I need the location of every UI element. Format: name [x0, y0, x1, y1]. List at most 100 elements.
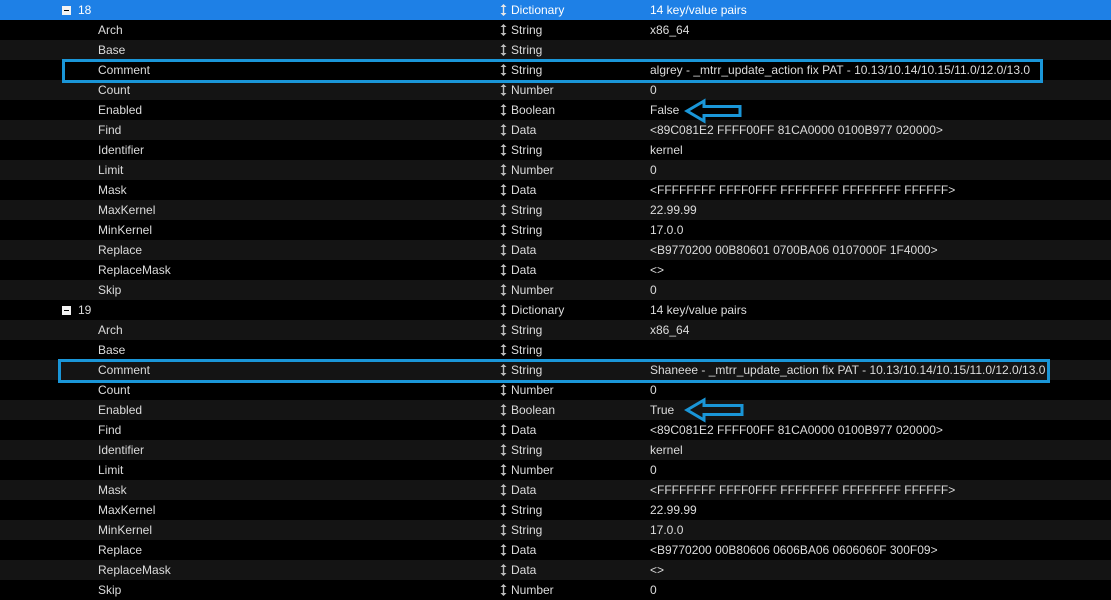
table-row[interactable]: ReplaceMask Data <> [0, 260, 1111, 280]
type-cell[interactable]: Dictionary [511, 300, 564, 320]
key-cell[interactable]: Arch [98, 20, 123, 40]
updown-arrows-icon[interactable] [500, 324, 507, 336]
collapse-icon[interactable] [62, 306, 71, 315]
value-cell[interactable]: <FFFFFFFF FFFF0FFF FFFFFFFF FFFFFFFF FFF… [650, 480, 955, 500]
table-row[interactable]: Replace Data <B9770200 00B80606 0606BA06… [0, 540, 1111, 560]
key-cell[interactable]: Arch [98, 320, 123, 340]
key-cell[interactable]: Base [98, 40, 125, 60]
key-cell[interactable]: MaxKernel [98, 500, 155, 520]
type-cell[interactable]: String [511, 220, 542, 240]
key-cell[interactable]: Count [98, 380, 130, 400]
value-cell[interactable]: x86_64 [650, 20, 689, 40]
value-cell[interactable]: kernel [650, 440, 683, 460]
type-cell[interactable]: String [511, 520, 542, 540]
value-cell[interactable]: 17.0.0 [650, 220, 683, 240]
value-cell[interactable]: 14 key/value pairs [650, 0, 747, 20]
updown-arrows-icon[interactable] [500, 504, 507, 516]
type-cell[interactable]: Number [511, 580, 554, 600]
value-cell[interactable]: 22.99.99 [650, 200, 697, 220]
updown-arrows-icon[interactable] [500, 44, 507, 56]
type-cell[interactable]: String [511, 20, 542, 40]
type-cell[interactable]: Data [511, 420, 536, 440]
value-cell[interactable]: 22.99.99 [650, 500, 697, 520]
value-cell[interactable]: algrey - _mtrr_update_action fix PAT - 1… [650, 60, 1030, 80]
key-cell[interactable]: Replace [98, 240, 142, 260]
updown-arrows-icon[interactable] [500, 4, 507, 16]
type-cell[interactable]: Data [511, 560, 536, 580]
type-cell[interactable]: String [511, 360, 542, 380]
table-row[interactable]: Count Number 0 [0, 380, 1111, 400]
key-cell[interactable]: Skip [98, 280, 121, 300]
key-cell[interactable]: Comment [98, 60, 150, 80]
table-row[interactable]: Arch String x86_64 [0, 320, 1111, 340]
table-row[interactable]: ReplaceMask Data <> [0, 560, 1111, 580]
value-cell[interactable]: True [650, 400, 674, 420]
type-cell[interactable]: Data [511, 180, 536, 200]
value-cell[interactable]: 0 [650, 80, 657, 100]
key-cell[interactable]: Base [98, 340, 125, 360]
value-cell[interactable]: 0 [650, 380, 657, 400]
key-cell[interactable]: Comment [98, 360, 150, 380]
key-cell[interactable]: Identifier [98, 140, 144, 160]
updown-arrows-icon[interactable] [500, 464, 507, 476]
updown-arrows-icon[interactable] [500, 124, 507, 136]
table-row[interactable]: Arch String x86_64 [0, 20, 1111, 40]
type-cell[interactable]: Number [511, 160, 554, 180]
value-cell[interactable]: 0 [650, 580, 657, 600]
key-cell[interactable]: Mask [98, 480, 127, 500]
table-row[interactable]: MinKernel String 17.0.0 [0, 220, 1111, 240]
type-cell[interactable]: Number [511, 380, 554, 400]
updown-arrows-icon[interactable] [500, 584, 507, 596]
type-cell[interactable]: String [511, 440, 542, 460]
updown-arrows-icon[interactable] [500, 304, 507, 316]
table-row[interactable]: Comment String Shaneee - _mtrr_update_ac… [0, 360, 1111, 380]
collapse-icon[interactable] [62, 6, 71, 15]
type-cell[interactable]: Data [511, 240, 536, 260]
value-cell[interactable]: <FFFFFFFF FFFF0FFF FFFFFFFF FFFFFFFF FFF… [650, 180, 955, 200]
key-cell[interactable]: ReplaceMask [98, 260, 171, 280]
updown-arrows-icon[interactable] [500, 64, 507, 76]
table-row[interactable]: Find Data <89C081E2 FFFF00FF 81CA0000 01… [0, 120, 1111, 140]
dict-row-18[interactable]: 18 Dictionary 14 key/value pairs [0, 0, 1111, 20]
key-cell[interactable]: Enabled [98, 400, 142, 420]
key-cell[interactable]: Limit [98, 160, 123, 180]
table-row[interactable]: MaxKernel String 22.99.99 [0, 500, 1111, 520]
value-cell[interactable]: 0 [650, 280, 657, 300]
value-cell[interactable]: x86_64 [650, 320, 689, 340]
type-cell[interactable]: Boolean [511, 100, 555, 120]
value-cell[interactable]: <> [650, 260, 664, 280]
table-row[interactable]: Identifier String kernel [0, 140, 1111, 160]
value-cell[interactable]: 17.0.0 [650, 520, 683, 540]
table-row[interactable]: Skip Number 0 [0, 580, 1111, 600]
updown-arrows-icon[interactable] [500, 444, 507, 456]
key-cell[interactable]: Enabled [98, 100, 142, 120]
type-cell[interactable]: String [511, 40, 542, 60]
table-row[interactable]: MaxKernel String 22.99.99 [0, 200, 1111, 220]
table-row[interactable]: Count Number 0 [0, 80, 1111, 100]
updown-arrows-icon[interactable] [500, 344, 507, 356]
table-row[interactable]: Mask Data <FFFFFFFF FFFF0FFF FFFFFFFF FF… [0, 480, 1111, 500]
key-cell[interactable]: MinKernel [98, 220, 152, 240]
value-cell[interactable]: 0 [650, 460, 657, 480]
type-cell[interactable]: Number [511, 460, 554, 480]
key-cell[interactable]: ReplaceMask [98, 560, 171, 580]
key-cell[interactable]: MaxKernel [98, 200, 155, 220]
table-row[interactable]: Enabled Boolean True [0, 400, 1111, 420]
value-cell[interactable]: <> [650, 560, 664, 580]
type-cell[interactable]: String [511, 320, 542, 340]
type-cell[interactable]: Data [511, 540, 536, 560]
updown-arrows-icon[interactable] [500, 404, 507, 416]
type-cell[interactable]: String [511, 200, 542, 220]
type-cell[interactable]: String [511, 500, 542, 520]
type-cell[interactable]: Boolean [511, 400, 555, 420]
type-cell[interactable]: Dictionary [511, 0, 564, 20]
value-cell[interactable]: <B9770200 00B80606 0606BA06 0606060F 300… [650, 540, 938, 560]
key-cell[interactable]: Skip [98, 580, 121, 600]
updown-arrows-icon[interactable] [500, 384, 507, 396]
key-cell[interactable]: Replace [98, 540, 142, 560]
table-row[interactable]: Skip Number 0 [0, 280, 1111, 300]
key-cell[interactable]: Mask [98, 180, 127, 200]
table-row[interactable]: MinKernel String 17.0.0 [0, 520, 1111, 540]
value-cell[interactable]: False [650, 100, 679, 120]
updown-arrows-icon[interactable] [500, 144, 507, 156]
